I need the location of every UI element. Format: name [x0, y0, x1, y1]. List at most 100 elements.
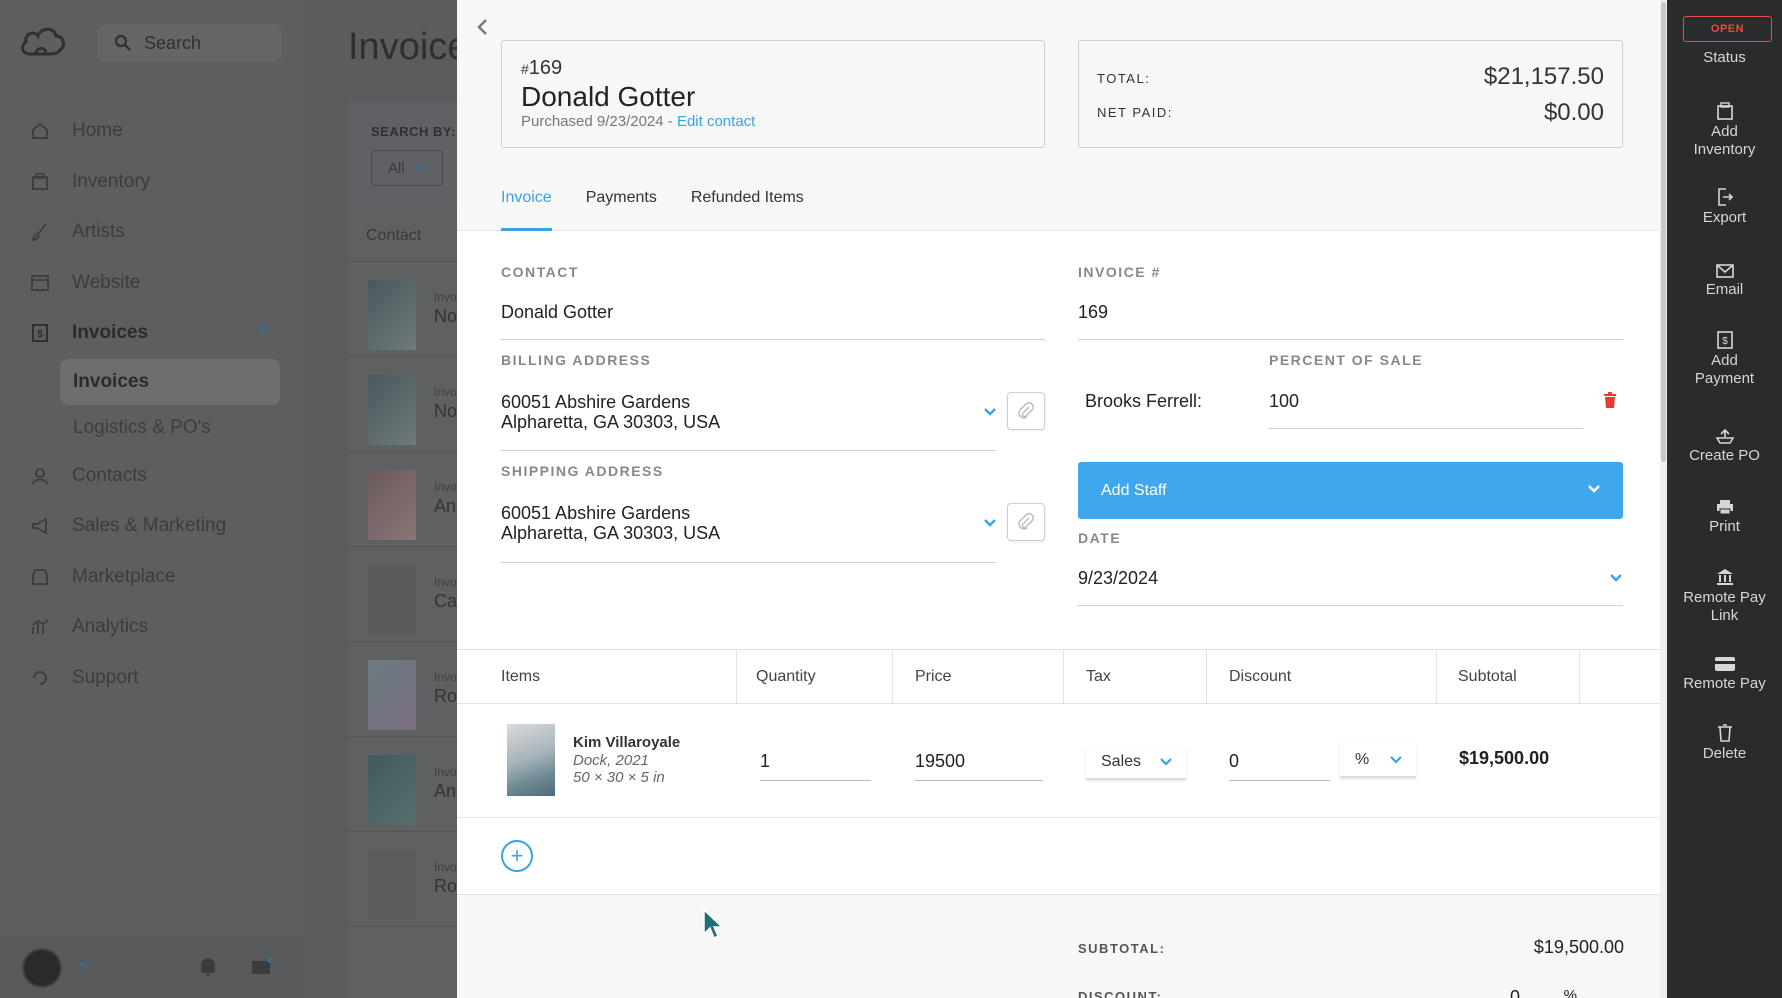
totals-card: TOTAL: $21,157.50 NET PAID: $0.00 [1078, 40, 1623, 148]
list-item[interactable]: Invo No [348, 262, 468, 357]
tab-refunded-items[interactable]: Refunded Items [691, 186, 804, 231]
chevron-down-icon[interactable] [1609, 573, 1623, 583]
bell-icon[interactable] [198, 956, 218, 978]
invoice-number-field[interactable]: 169 [1078, 302, 1108, 323]
column-divider [736, 650, 737, 703]
list-item-type: Invo [434, 670, 457, 684]
subnav-item-invoices[interactable]: Invoices [60, 358, 280, 405]
back-chevron-icon[interactable] [473, 16, 493, 38]
delete-button[interactable]: Delete [1667, 722, 1782, 763]
scrollbar-thumb[interactable] [1661, 2, 1666, 462]
thumbnail [368, 470, 416, 540]
bank-icon [1716, 566, 1734, 586]
tab-invoice[interactable]: Invoice [501, 186, 552, 231]
chevron-down-icon[interactable] [983, 518, 997, 528]
chevron-down-icon[interactable] [983, 407, 997, 417]
search-by-select[interactable]: All [371, 150, 443, 186]
column-header-items: Items [501, 667, 541, 685]
list-item[interactable]: Invo Ca [348, 547, 468, 642]
export-button[interactable]: Export [1667, 186, 1782, 227]
contact-icon [28, 464, 52, 488]
list-item[interactable]: Invo No [348, 357, 468, 452]
column-header-subtotal: Subtotal [1458, 667, 1517, 685]
add-item-button[interactable]: + [501, 840, 533, 872]
list-item[interactable]: Invo Ro [348, 832, 468, 927]
summary-discount-type[interactable]: % [1564, 987, 1577, 998]
sidebar-item-artists[interactable]: Artists [0, 207, 304, 258]
contact-field[interactable]: Donald Gotter [501, 302, 613, 323]
search-input[interactable]: Search [98, 24, 282, 62]
email-label: Email [1705, 281, 1744, 298]
sidebar-item-contacts[interactable]: Contacts [0, 451, 304, 502]
billing-line-2: Alpharetta, GA 30303, USA [501, 412, 721, 432]
date-underline [1078, 605, 1623, 606]
list-item-type: Invo [434, 480, 457, 494]
email-button[interactable]: Email [1667, 258, 1782, 299]
remote-pay-link-button[interactable]: Remote Pay Link [1667, 566, 1782, 625]
cloud-logo-icon [21, 27, 65, 56]
attach-billing-button[interactable] [1007, 392, 1045, 430]
sidebar-item-website[interactable]: Website [0, 258, 304, 309]
chevron-down-icon[interactable] [256, 324, 270, 334]
shipping-address-field[interactable]: 60051 Abshire Gardens Alpharetta, GA 303… [501, 503, 720, 543]
status-button[interactable]: Status [1667, 49, 1782, 67]
trash-icon[interactable] [1603, 392, 1617, 408]
tab-payments[interactable]: Payments [586, 186, 657, 231]
artist-name: Kim Villaroyale [573, 734, 681, 751]
sidebar-item-invoices[interactable]: $ Invoices [0, 308, 304, 359]
list-item[interactable]: Invo An [348, 452, 468, 547]
sidebar-item-marketplace[interactable]: Marketplace [0, 552, 304, 603]
quantity-input[interactable]: 1 [760, 749, 871, 781]
sidebar-footer [0, 936, 304, 998]
brush-icon [28, 220, 52, 244]
add-staff-button[interactable]: Add Staff [1078, 462, 1623, 519]
sidebar-item-support[interactable]: Support [0, 653, 304, 704]
sidebar-item-sales-marketing[interactable]: Sales & Marketing [0, 501, 304, 552]
search-panel: SEARCH BY: All [348, 102, 468, 210]
website-icon [28, 271, 52, 295]
invoice-summary-card: #169 Donald Gotter Purchased 9/23/2024 -… [501, 40, 1045, 148]
sidebar-item-analytics[interactable]: Analytics [0, 602, 304, 653]
avatar[interactable] [22, 948, 62, 988]
list-item-name: Ro [434, 876, 458, 896]
percent-underline [1269, 428, 1583, 429]
trash-icon [1717, 722, 1733, 742]
price-input[interactable]: 19500 [915, 749, 1043, 781]
page-title: Invoice [348, 26, 469, 68]
invoice-detail-panel: #169 Donald Gotter Purchased 9/23/2024 -… [457, 0, 1667, 998]
list-item[interactable]: Invo Ro [348, 642, 468, 737]
list-item[interactable]: Invo An [348, 737, 468, 832]
tax-select[interactable]: Sales [1086, 746, 1186, 780]
summary-discount-input[interactable]: 0 [1510, 987, 1520, 998]
shipping-underline [501, 562, 996, 563]
sidebar-item-label: Invoices [72, 322, 149, 344]
subnav-item-logistics[interactable]: Logistics & PO's [60, 405, 280, 451]
add-inventory-button[interactable]: Add Inventory [1667, 100, 1782, 159]
discount-input[interactable]: 0 [1229, 749, 1330, 781]
list-item-name: Ca [434, 591, 458, 611]
remote-pay-button[interactable]: Remote Pay [1667, 652, 1782, 693]
discount-type-select[interactable]: % [1340, 744, 1416, 778]
create-po-button[interactable]: Create PO [1667, 424, 1782, 465]
column-header-price: Price [915, 667, 952, 685]
date-field[interactable]: 9/23/2024 [1078, 568, 1158, 589]
artwork-thumbnail[interactable] [507, 724, 555, 796]
add-payment-button[interactable]: $ Add Payment [1667, 329, 1782, 388]
thumbnail [368, 850, 416, 920]
list-item-type: Invo [434, 765, 457, 779]
list-item-type: Invo [434, 575, 457, 589]
billing-address-field[interactable]: 60051 Abshire Gardens Alpharetta, GA 303… [501, 392, 720, 432]
sidebar-item-home[interactable]: Home [0, 106, 304, 157]
edit-contact-link[interactable]: Edit contact [677, 113, 755, 130]
print-button[interactable]: Print [1667, 495, 1782, 536]
percent-of-sale-input[interactable]: 100 [1269, 391, 1299, 412]
analytics-icon [28, 615, 52, 639]
delete-label: Delete [1702, 745, 1747, 762]
chevron-down-icon[interactable] [78, 960, 92, 970]
purchased-text: Purchased 9/23/2024 - [521, 113, 677, 130]
modal-scrollbar[interactable] [1660, 0, 1667, 998]
mail-icon[interactable] [250, 956, 274, 978]
attach-shipping-button[interactable] [1007, 503, 1045, 541]
sidebar-item-inventory[interactable]: Inventory [0, 157, 304, 208]
mouse-cursor-icon [703, 908, 724, 940]
